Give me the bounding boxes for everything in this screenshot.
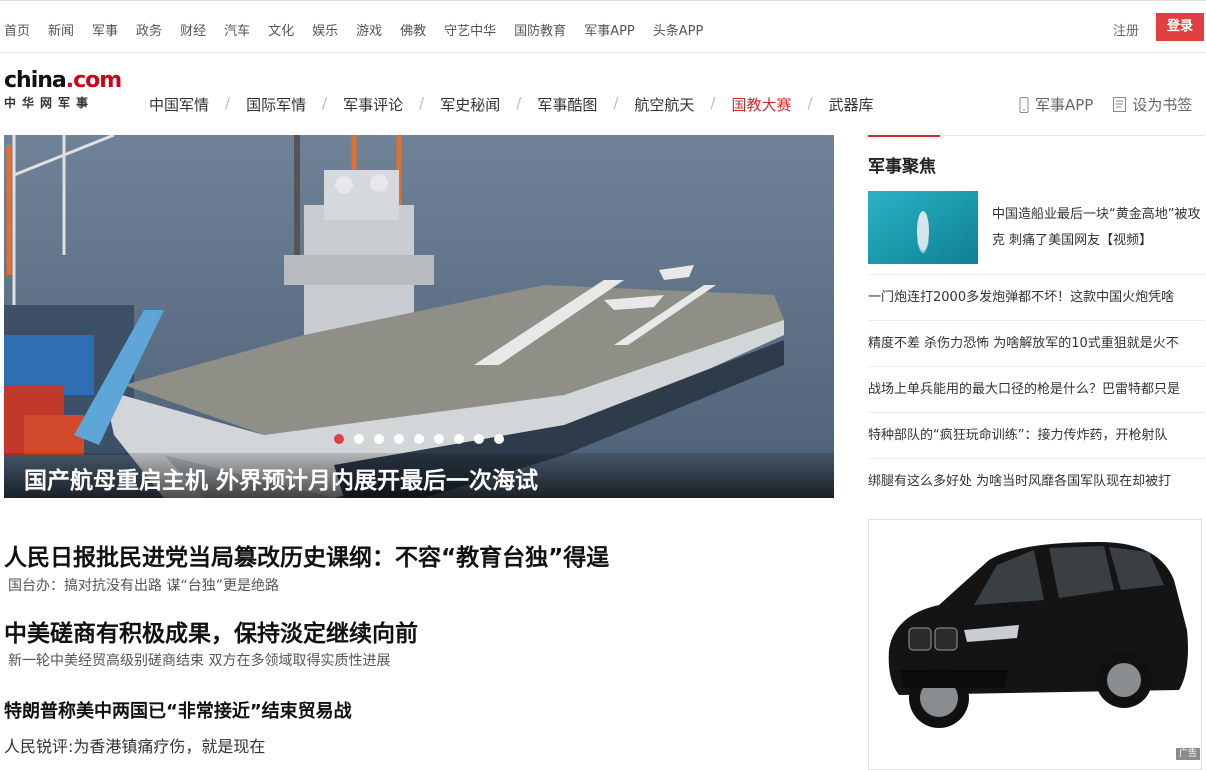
nav-separator: / bbox=[613, 94, 619, 112]
bookmark-link[interactable]: 设为书签 bbox=[1113, 94, 1192, 115]
advertisement[interactable]: 广告 bbox=[868, 519, 1202, 770]
top-link-toutiao-app[interactable]: 头条APP bbox=[653, 20, 704, 39]
headline-1[interactable]: 人民日报批民进党当局篡改历史课纲：不容“教育台独”得逞 bbox=[4, 538, 609, 572]
focus-title[interactable]: 军事聚焦 bbox=[868, 152, 936, 177]
nav-military-history[interactable]: 军史秘闻 bbox=[440, 94, 500, 115]
bookmark-label: 设为书签 bbox=[1132, 96, 1193, 114]
top-link-buddhism[interactable]: 佛教 bbox=[400, 20, 426, 39]
top-link-games[interactable]: 游戏 bbox=[356, 20, 382, 39]
slider-dot[interactable] bbox=[474, 434, 484, 444]
headline-1-sub[interactable]: 国台办：搞对抗没有出路 谋“台独”更是绝路 bbox=[8, 575, 279, 595]
top-link-defense-education[interactable]: 国防教育 bbox=[514, 20, 566, 39]
slider-dot[interactable] bbox=[434, 434, 444, 444]
hero-caption-bar: 国产航母重启主机 外界预计月内展开最后一次海试 bbox=[4, 453, 834, 498]
top-link-politics[interactable]: 政务 bbox=[136, 20, 162, 39]
nav-separator: / bbox=[225, 94, 231, 112]
focus-feature-text[interactable]: 中国造船业最后一块“黄金高地”被攻克 刺痛了美国网友【视频】 bbox=[992, 202, 1202, 254]
phone-icon bbox=[1019, 96, 1029, 113]
nav-separator: / bbox=[710, 94, 716, 112]
slider-dot[interactable] bbox=[414, 434, 424, 444]
list-item[interactable]: 战场上单兵能用的最大口径的枪是什么？巴雷特都只是 bbox=[868, 366, 1205, 412]
nav-separator: / bbox=[419, 94, 425, 112]
ad-badge[interactable]: 广告 bbox=[1175, 748, 1200, 760]
slider-dot[interactable] bbox=[454, 434, 464, 444]
nav-weapons-library[interactable]: 武器库 bbox=[829, 94, 874, 115]
slider-dot[interactable] bbox=[494, 434, 504, 444]
slider-dot[interactable] bbox=[394, 434, 404, 444]
top-link-auto[interactable]: 汽车 bbox=[224, 20, 250, 39]
nav-right: 军事APP 设为书签 bbox=[1019, 94, 1192, 115]
top-nav: 首页 新闻 军事 政务 财经 汽车 文化 娱乐 游戏 佛教 守艺中华 国防教育 … bbox=[4, 20, 721, 39]
logo-wordmark: china.com bbox=[4, 68, 122, 93]
list-item[interactable]: 特种部队的“疯狂玩命训练”：接力传炸药，开枪射队 bbox=[868, 412, 1205, 458]
top-link-home[interactable]: 首页 bbox=[4, 20, 30, 39]
headline-3[interactable]: 特朗普称美中两国已“非常接近”结束贸易战 bbox=[4, 697, 352, 723]
headline-4[interactable]: 人民锐评:为香港镇痛疗伤，就是现在 bbox=[4, 733, 265, 757]
ad-car-image bbox=[869, 520, 1201, 769]
main-nav: 中国军情 / 国际军情 / 军事评论 / 军史秘闻 / 军事酷图 / 航空航天 … bbox=[149, 94, 874, 115]
military-app-link[interactable]: 军事APP bbox=[1019, 94, 1093, 115]
headline-2[interactable]: 中美磋商有积极成果，保持淡定继续向前 bbox=[4, 614, 418, 648]
nav-separator: / bbox=[516, 94, 522, 112]
top-link-military-app[interactable]: 军事APP bbox=[584, 20, 635, 39]
nav-military-review[interactable]: 军事评论 bbox=[343, 94, 403, 115]
register-link[interactable]: 注册 bbox=[1113, 20, 1139, 39]
top-link-military[interactable]: 军事 bbox=[92, 20, 118, 39]
nav-national-education-contest[interactable]: 国教大赛 bbox=[731, 94, 791, 115]
list-item[interactable]: 绑腿有这么多好处 为啥当时风靡各国军队现在却被打 bbox=[868, 458, 1205, 504]
focus-thumbnail[interactable] bbox=[868, 191, 978, 264]
hero-slider[interactable]: 国产航母重启主机 外界预计月内展开最后一次海试 bbox=[4, 135, 834, 498]
top-link-culture[interactable]: 文化 bbox=[268, 20, 294, 39]
nav-aerospace[interactable]: 航空航天 bbox=[634, 94, 694, 115]
slider-dot[interactable] bbox=[354, 434, 364, 444]
military-app-label: 军事APP bbox=[1035, 96, 1094, 114]
nav-intl-military[interactable]: 国际军情 bbox=[246, 94, 306, 115]
slider-dot-active[interactable] bbox=[334, 434, 344, 444]
top-bar: 首页 新闻 军事 政务 财经 汽车 文化 娱乐 游戏 佛教 守艺中华 国防教育 … bbox=[0, 0, 1206, 53]
nav-separator: / bbox=[322, 94, 328, 112]
slider-dot[interactable] bbox=[374, 434, 384, 444]
nav-military-pictures[interactable]: 军事酷图 bbox=[537, 94, 597, 115]
hero-caption[interactable]: 国产航母重启主机 外界预计月内展开最后一次海试 bbox=[24, 461, 538, 495]
login-button[interactable]: 登录 bbox=[1156, 13, 1204, 41]
focus-news-list: 一门炮连打2000多发炮弹都不坏！这款中国火炮凭啥 精度不差 杀伤力恐怖 为啥解… bbox=[868, 274, 1205, 504]
site-logo[interactable]: china.com 中华网军事 bbox=[4, 68, 122, 119]
list-item[interactable]: 一门炮连打2000多发炮弹都不坏！这款中国火炮凭啥 bbox=[868, 274, 1205, 320]
headline-2-sub[interactable]: 新一轮中美经贸高级别磋商结束 双方在多领域取得实质性进展 bbox=[8, 650, 390, 670]
top-link-news[interactable]: 新闻 bbox=[48, 20, 74, 39]
bookmark-icon bbox=[1113, 97, 1127, 112]
nav-china-military[interactable]: 中国军情 bbox=[149, 94, 209, 115]
top-link-finance[interactable]: 财经 bbox=[180, 20, 206, 39]
focus-accent-bar bbox=[868, 135, 940, 137]
top-link-heritage[interactable]: 守艺中华 bbox=[444, 20, 496, 39]
nav-separator: / bbox=[807, 94, 813, 112]
top-link-entertainment[interactable]: 娱乐 bbox=[312, 20, 338, 39]
slider-dots bbox=[334, 434, 514, 444]
logo-subtitle: 中华网军事 bbox=[4, 96, 95, 110]
list-item[interactable]: 精度不差 杀伤力恐怖 为啥解放军的10式重狙就是火不 bbox=[868, 320, 1205, 366]
